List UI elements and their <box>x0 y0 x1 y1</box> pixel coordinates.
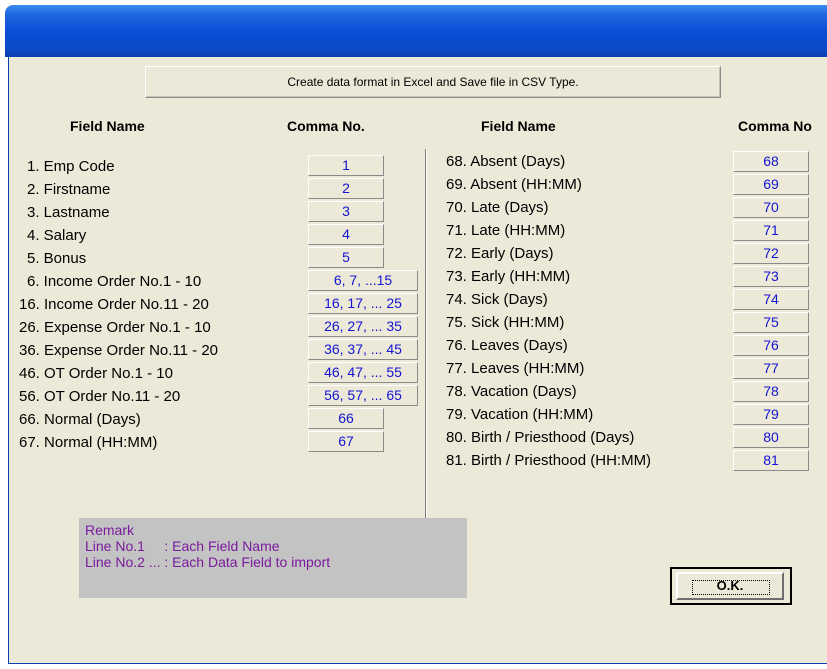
field-label: 46. OT Order No.1 - 10 <box>19 365 173 382</box>
comma-number-box: 69 <box>733 174 809 195</box>
comma-number-box: 80 <box>733 427 809 448</box>
remark-title: Remark <box>85 522 135 538</box>
comma-number-box: 77 <box>733 358 809 379</box>
field-label: 77. Leaves (HH:MM) <box>446 360 585 377</box>
field-label: 67. Normal (HH:MM) <box>19 434 158 451</box>
title-bar[interactable] <box>5 5 827 57</box>
comma-number-box: 79 <box>733 404 809 425</box>
field-label: 68. Absent (Days) <box>446 153 566 170</box>
remark-line-2: Line No.2 ... : Each Data Field to impor… <box>85 554 331 570</box>
field-label: 69. Absent (HH:MM) <box>446 176 582 193</box>
instruction-banner: Create data format in Excel and Save fil… <box>145 66 721 98</box>
comma-number-box: 36, 37, ... 45 <box>308 339 418 360</box>
comma-number-box: 67 <box>308 431 384 452</box>
field-label: 74. Sick (Days) <box>446 291 548 308</box>
column-divider <box>425 149 426 563</box>
comma-number-box: 72 <box>733 243 809 264</box>
comma-number-box: 78 <box>733 381 809 402</box>
comma-number-box: 2 <box>308 178 384 199</box>
comma-number-box: 1 <box>308 155 384 176</box>
ok-button[interactable]: O.K. <box>676 572 784 600</box>
right-comma-no-header: Comma No <box>738 118 812 134</box>
field-label: 80. Birth / Priesthood (Days) <box>446 429 635 446</box>
field-label: 5. Bonus <box>27 250 87 267</box>
comma-number-box: 6, 7, ...15 <box>308 270 418 291</box>
comma-number-box: 66 <box>308 408 384 429</box>
field-label: 81. Birth / Priesthood (HH:MM) <box>446 452 652 469</box>
comma-number-box: 70 <box>733 197 809 218</box>
remark-panel: Remark Line No.1 : Each Field Name Line … <box>79 518 467 598</box>
comma-number-box: 74 <box>733 289 809 310</box>
field-label: 2. Firstname <box>27 181 111 198</box>
comma-number-box: 46, 47, ... 55 <box>308 362 418 383</box>
field-label: 66. Normal (Days) <box>19 411 141 428</box>
field-label: 75. Sick (HH:MM) <box>446 314 565 331</box>
field-label: 1. Emp Code <box>27 158 115 175</box>
comma-number-box: 56, 57, ... 65 <box>308 385 418 406</box>
comma-number-box: 71 <box>733 220 809 241</box>
field-label: 36. Expense Order No.11 - 20 <box>19 342 218 359</box>
field-label: 6. Income Order No.1 - 10 <box>27 273 202 290</box>
right-field-name-header: Field Name <box>481 118 556 134</box>
field-label: 76. Leaves (Days) <box>446 337 568 354</box>
comma-number-box: 81 <box>733 450 809 471</box>
field-label: 70. Late (Days) <box>446 199 549 216</box>
comma-number-box: 3 <box>308 201 384 222</box>
field-label: 16. Income Order No.11 - 20 <box>19 296 209 313</box>
field-label: 56. OT Order No.11 - 20 <box>19 388 181 405</box>
field-label: 73. Early (HH:MM) <box>446 268 571 285</box>
field-label: 26. Expense Order No.1 - 10 <box>19 319 211 336</box>
comma-number-box: 68 <box>733 151 809 172</box>
ok-button-frame: O.K. <box>670 567 792 605</box>
remark-line-1: Line No.1 : Each Field Name <box>85 538 280 554</box>
field-label: 71. Late (HH:MM) <box>446 222 566 239</box>
field-label: 72. Early (Days) <box>446 245 554 262</box>
comma-number-box: 75 <box>733 312 809 333</box>
field-label: 79. Vacation (HH:MM) <box>446 406 594 423</box>
comma-number-box: 26, 27, ... 35 <box>308 316 418 337</box>
comma-number-box: 73 <box>733 266 809 287</box>
ok-button-label: O.K. <box>716 578 744 593</box>
dialog-window: Create data format in Excel and Save fil… <box>0 0 827 669</box>
comma-number-box: 76 <box>733 335 809 356</box>
field-label: 3. Lastname <box>27 204 110 221</box>
left-comma-no-header: Comma No. <box>287 118 365 134</box>
comma-number-box: 5 <box>308 247 384 268</box>
field-label: 4. Salary <box>27 227 87 244</box>
comma-number-box: 16, 17, ... 25 <box>308 293 418 314</box>
field-label: 78. Vacation (Days) <box>446 383 577 400</box>
left-field-name-header: Field Name <box>70 118 145 134</box>
comma-number-box: 4 <box>308 224 384 245</box>
